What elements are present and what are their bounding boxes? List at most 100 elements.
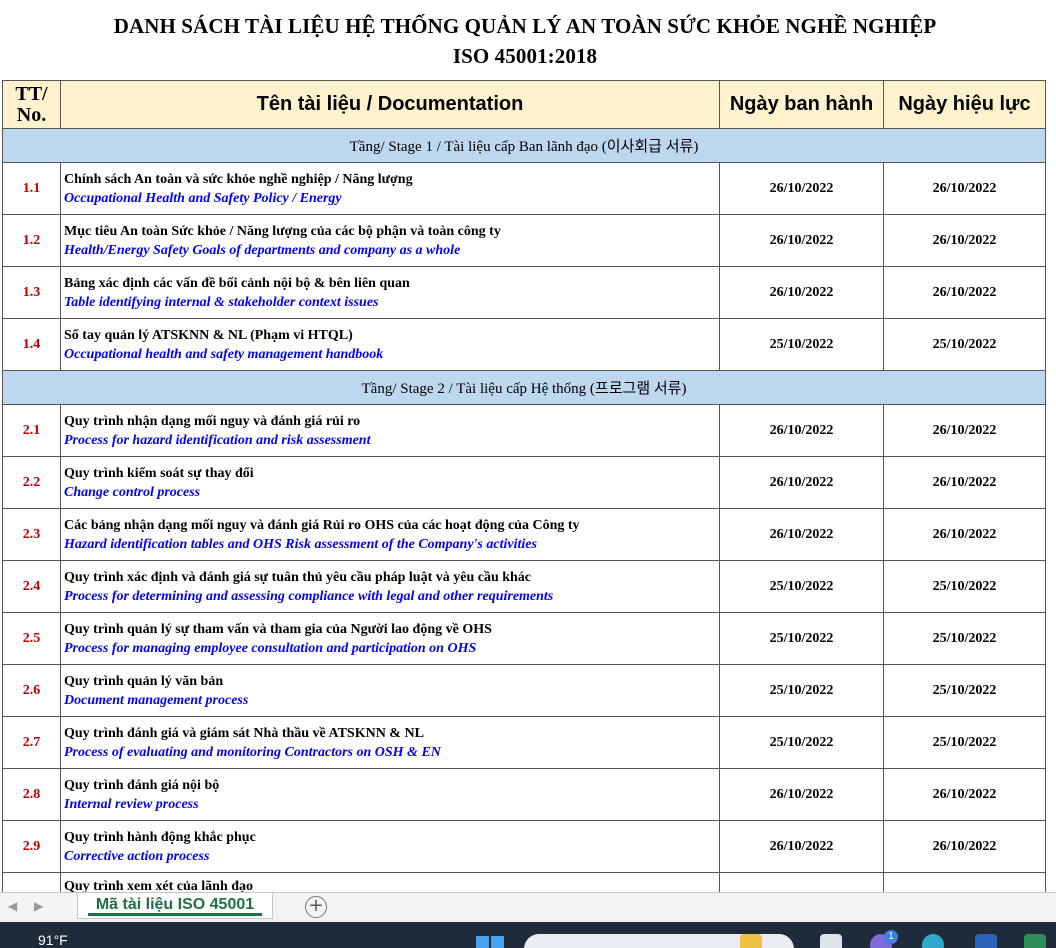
header-issue-date[interactable]: Ngày ban hành: [719, 80, 884, 129]
issue-date-cell[interactable]: 25/10/2022: [719, 716, 884, 769]
issue-date-cell[interactable]: 25/10/2022: [719, 664, 884, 717]
effective-date-cell[interactable]: 25/10/2022: [883, 716, 1046, 769]
issue-date-cell[interactable]: 26/10/2022: [719, 508, 884, 561]
effective-date-cell[interactable]: 26/10/2022: [883, 404, 1046, 457]
effective-date-cell[interactable]: 26/10/2022: [883, 820, 1046, 873]
document-name-cell[interactable]: Chính sách An toàn và sức khỏe nghề nghi…: [60, 162, 720, 215]
file-explorer-icon[interactable]: [740, 934, 762, 948]
document-name-cell[interactable]: Quy trình nhận dạng mối nguy và đánh giá…: [60, 404, 720, 457]
partial-cell-issue[interactable]: [719, 872, 884, 892]
document-name-cell[interactable]: Các bảng nhận dạng mối nguy và đánh giá …: [60, 508, 720, 561]
issue-date-cell[interactable]: 26/10/2022: [719, 214, 884, 267]
table-row: 1.2 Mục tiêu An toàn Sức khỏe / Năng lượn…: [2, 214, 1046, 267]
effective-date-cell[interactable]: 26/10/2022: [883, 214, 1046, 267]
partial-cell-no[interactable]: [2, 872, 61, 892]
document-name-english: Process for hazard identification and ri…: [64, 432, 371, 448]
app-icon[interactable]: [820, 934, 842, 948]
header-no[interactable]: TT/ No.: [2, 80, 61, 129]
document-name-vietnamese: Quy trình quản lý văn bản: [64, 673, 224, 689]
issue-date-cell[interactable]: 25/10/2022: [719, 612, 884, 665]
document-name-vietnamese: Chính sách An toàn và sức khỏe nghề nghi…: [64, 171, 413, 187]
effective-date-cell[interactable]: 26/10/2022: [883, 508, 1046, 561]
row-number-cell[interactable]: 2.6: [2, 664, 61, 717]
document-name-cell[interactable]: Bảng xác định các vấn đề bối cảnh nội bộ…: [60, 266, 720, 319]
document-name-english: Corrective action process: [64, 848, 210, 864]
stage-label[interactable]: Tầng/ Stage 1 / Tài liệu cấp Ban lãnh đạ…: [2, 128, 1046, 163]
partial-cell-name[interactable]: Quy trình xem xét của lãnh đạo: [60, 872, 720, 892]
document-name-cell[interactable]: Quy trình kiểm soát sự thay đổi Change co…: [60, 456, 720, 509]
excel-app-icon[interactable]: [1024, 934, 1046, 948]
scroll-right-arrow-icon[interactable]: ▶: [34, 899, 43, 913]
windows-start-icon[interactable]: [476, 936, 504, 948]
spreadsheet-area: DANH SÁCH TÀI LIỆU HỆ THỐNG QUẢN LÝ AN T…: [0, 0, 1056, 892]
issue-date-cell[interactable]: 26/10/2022: [719, 404, 884, 457]
document-name-vietnamese: Quy trình xác định và đánh giá sự tuân t…: [64, 569, 532, 585]
document-name-english: Process for determining and assessing co…: [64, 588, 554, 604]
row-number-cell[interactable]: 2.8: [2, 768, 61, 821]
table-row: 2.8 Quy trình đánh giá nội bộ Internal rev…: [2, 768, 1046, 821]
effective-date-cell[interactable]: 25/10/2022: [883, 664, 1046, 717]
document-name-vietnamese: Sổ tay quản lý ATSKNN & NL (Phạm vi HTQL…: [64, 327, 353, 343]
row-number-cell[interactable]: 1.3: [2, 266, 61, 319]
document-name-cell[interactable]: Quy trình xác định và đánh giá sự tuân t…: [60, 560, 720, 613]
row-number-cell[interactable]: 2.5: [2, 612, 61, 665]
table-row: 2.5 Quy trình quản lý sự tham vấn và tham…: [2, 612, 1046, 665]
row-number-cell[interactable]: 1.4: [2, 318, 61, 371]
partial-cell-effective[interactable]: [883, 872, 1046, 892]
effective-date-cell[interactable]: 26/10/2022: [883, 266, 1046, 319]
row-number-cell[interactable]: 2.1: [2, 404, 61, 457]
effective-date-cell[interactable]: 26/10/2022: [883, 162, 1046, 215]
effective-date-cell[interactable]: 26/10/2022: [883, 456, 1046, 509]
table-row: 2.7 Quy trình đánh giá và giám sát Nhà th…: [2, 716, 1046, 769]
add-sheet-icon[interactable]: +: [305, 896, 327, 918]
sheet-tab-active[interactable]: Mã tài liệu ISO 45001: [77, 893, 273, 919]
row-number-cell[interactable]: 2.2: [2, 456, 61, 509]
scroll-left-arrow-icon[interactable]: ◀: [8, 899, 17, 913]
weather-temperature[interactable]: 91°F: [38, 932, 68, 948]
document-name-cell[interactable]: Quy trình đánh giá nội bộ Internal review…: [60, 768, 720, 821]
issue-date-cell[interactable]: 26/10/2022: [719, 456, 884, 509]
issue-date-cell[interactable]: 26/10/2022: [719, 768, 884, 821]
header-name[interactable]: Tên tài liệu / Documentation: [60, 80, 720, 129]
document-name-cell[interactable]: Quy trình đánh giá và giám sát Nhà thầu …: [60, 716, 720, 769]
document-name-english: Process of evaluating and monitoring Con…: [64, 744, 441, 760]
table-row: 2.4 Quy trình xác định và đánh giá sự tuâ…: [2, 560, 1046, 613]
document-name-vietnamese: Quy trình kiểm soát sự thay đổi: [64, 465, 254, 481]
browser-icon[interactable]: [922, 934, 944, 948]
row-number-cell[interactable]: 2.3: [2, 508, 61, 561]
row-number-cell[interactable]: 1.2: [2, 214, 61, 267]
document-name-vietnamese: Quy trình nhận dạng mối nguy và đánh giá…: [64, 413, 361, 429]
effective-date-cell[interactable]: 25/10/2022: [883, 612, 1046, 665]
document-name-cell[interactable]: Quy trình hành động khắc phục Corrective …: [60, 820, 720, 873]
word-app-icon[interactable]: [975, 934, 997, 948]
document-title: DANH SÁCH TÀI LIỆU HỆ THỐNG QUẢN LÝ AN T…: [113, 14, 937, 38]
document-name-english: Internal review process: [64, 796, 199, 812]
stage-label[interactable]: Tầng/ Stage 2 / Tài liệu cấp Hệ thống (프…: [2, 370, 1046, 405]
document-name-vietnamese: Bảng xác định các vấn đề bối cảnh nội bộ…: [64, 275, 410, 291]
issue-date-cell[interactable]: 26/10/2022: [719, 162, 884, 215]
effective-date-cell[interactable]: 26/10/2022: [883, 768, 1046, 821]
issue-date-cell[interactable]: 26/10/2022: [719, 820, 884, 873]
effective-date-cell[interactable]: 25/10/2022: [883, 318, 1046, 371]
row-number-cell[interactable]: 1.1: [2, 162, 61, 215]
effective-date-cell[interactable]: 25/10/2022: [883, 560, 1046, 613]
document-name-cell[interactable]: Quy trình quản lý văn bản Document manage…: [60, 664, 720, 717]
row-number-cell[interactable]: 2.9: [2, 820, 61, 873]
row-number-cell[interactable]: 2.4: [2, 560, 61, 613]
document-name-cell[interactable]: Sổ tay quản lý ATSKNN & NL (Phạm vi HTQL…: [60, 318, 720, 371]
issue-date-cell[interactable]: 26/10/2022: [719, 266, 884, 319]
document-name-english: Occupational health and safety managemen…: [64, 346, 384, 362]
document-name-cell[interactable]: Mục tiêu An toàn Sức khỏe / Năng lượng c…: [60, 214, 720, 267]
document-name-cell[interactable]: Quy trình quản lý sự tham vấn và tham gi…: [60, 612, 720, 665]
partial-row-text: Quy trình xem xét của lãnh đạo: [64, 879, 254, 892]
table-row: 1.4 Sổ tay quản lý ATSKNN & NL (Phạm vi H…: [2, 318, 1046, 371]
issue-date-cell[interactable]: 25/10/2022: [719, 560, 884, 613]
header-effective-date[interactable]: Ngày hiệu lực: [883, 80, 1046, 129]
document-name-english: Occupational Health and Safety Policy / …: [64, 190, 342, 206]
issue-date-cell[interactable]: 25/10/2022: [719, 318, 884, 371]
row-number-cell[interactable]: 2.7: [2, 716, 61, 769]
document-name-english: Change control process: [64, 484, 201, 500]
document-subtitle: ISO 45001:2018: [452, 44, 598, 68]
table-row-partial: Quy trình xem xét của lãnh đạo: [2, 872, 1046, 892]
table-row: 1.1 Chính sách An toàn và sức khỏe nghề n…: [2, 162, 1046, 215]
